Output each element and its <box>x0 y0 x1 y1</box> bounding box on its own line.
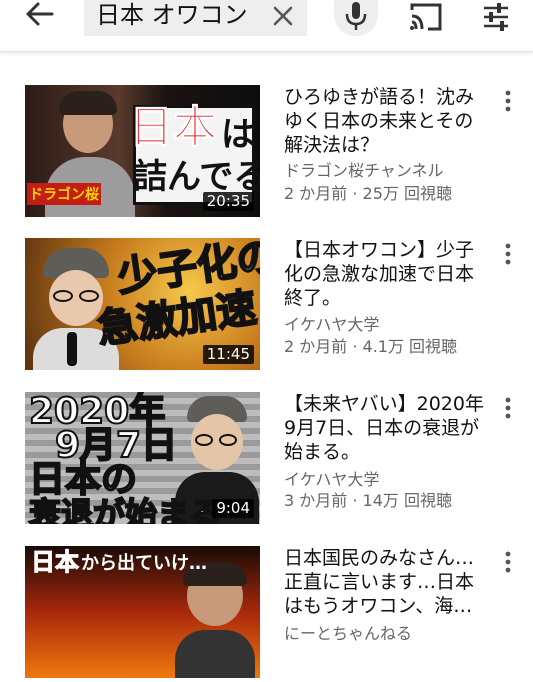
video-thumbnail[interactable]: 2020年 9月7日 日本の 衰退が始まる 9:04 <box>25 392 260 524</box>
video-duration: 11:45 <box>202 345 254 364</box>
search-query: 日本 オワコン <box>96 1 248 29</box>
more-vertical-icon[interactable] <box>498 242 518 266</box>
filter-sliders-icon[interactable] <box>480 2 512 32</box>
video-thumbnail[interactable]: 日本 は 詰んでる ドラゴン桜 20:35 <box>25 85 260 217</box>
video-channel[interactable]: イケハヤ大学 <box>284 315 379 335</box>
video-duration: 9:04 <box>212 499 254 518</box>
video-result-item[interactable]: 日本 から出ていけ… 日本国民のみなさん…正直に言います…日本はもうオワコン、海… <box>0 546 533 682</box>
video-channel[interactable]: にーとちゃんねる <box>284 624 412 644</box>
thumbnail-caption-3: 日本の <box>28 459 138 501</box>
video-title[interactable]: 日本国民のみなさん…正直に言います…日本はもうオワコン、海… <box>284 546 484 618</box>
video-thumbnail[interactable]: 少子化の 急激加速 11:45 <box>25 238 260 370</box>
microphone-icon[interactable] <box>334 0 378 36</box>
video-duration: 20:35 <box>202 192 254 211</box>
video-meta: 2 か月前 · 4.1万 回視聴 <box>284 337 458 356</box>
video-title[interactable]: ひろゆきが語る！沈みゆく日本の未来とその解決法は？ <box>284 85 484 157</box>
video-meta: 3 か月前 · 14万 回視聴 <box>284 491 452 510</box>
video-channel[interactable]: イケハヤ大学 <box>284 470 379 490</box>
thumbnail-caption-3: 詰んでる <box>133 157 260 197</box>
video-thumbnail[interactable]: 日本 から出ていけ… <box>25 546 260 678</box>
thumbnail-caption-2: から出ていけ… <box>81 553 207 574</box>
close-icon[interactable] <box>270 3 296 29</box>
thumbnail-caption-2: は <box>221 115 255 155</box>
video-channel[interactable]: ドラゴン桜チャンネル <box>284 161 444 181</box>
video-result-item[interactable]: 2020年 9月7日 日本の 衰退が始まる 9:04 【未来ヤバい】2020年9… <box>0 392 533 528</box>
video-meta: 2 か月前 · 25万 回視聴 <box>284 184 452 203</box>
thumbnail-person <box>175 562 255 678</box>
video-result-item[interactable]: 少子化の 急激加速 11:45 【日本オワコン】少子化の急激な加速で日本終了。 … <box>0 238 533 374</box>
thumbnail-caption-1: 日本 <box>129 102 218 153</box>
more-vertical-icon[interactable] <box>498 396 518 420</box>
cast-icon[interactable] <box>408 2 444 32</box>
video-result-item[interactable]: 日本 は 詰んでる ドラゴン桜 20:35 ひろゆきが語る！沈みゆく日本の未来と… <box>0 85 533 221</box>
more-vertical-icon[interactable] <box>498 550 518 574</box>
more-vertical-icon[interactable] <box>498 89 518 113</box>
thumbnail-caption-1: 日本 <box>31 548 80 577</box>
search-header: 日本 オワコン <box>0 0 533 52</box>
video-title[interactable]: 【日本オワコン】少子化の急激な加速で日本終了。 <box>284 238 484 310</box>
channel-logo-overlay: ドラゴン桜 <box>27 183 101 205</box>
video-title[interactable]: 【未来ヤバい】2020年9月7日、日本の衰退が始まる。 <box>284 392 484 464</box>
back-arrow-icon[interactable] <box>22 0 62 30</box>
thumbnail-caption-4: 衰退が始まる <box>28 495 222 524</box>
